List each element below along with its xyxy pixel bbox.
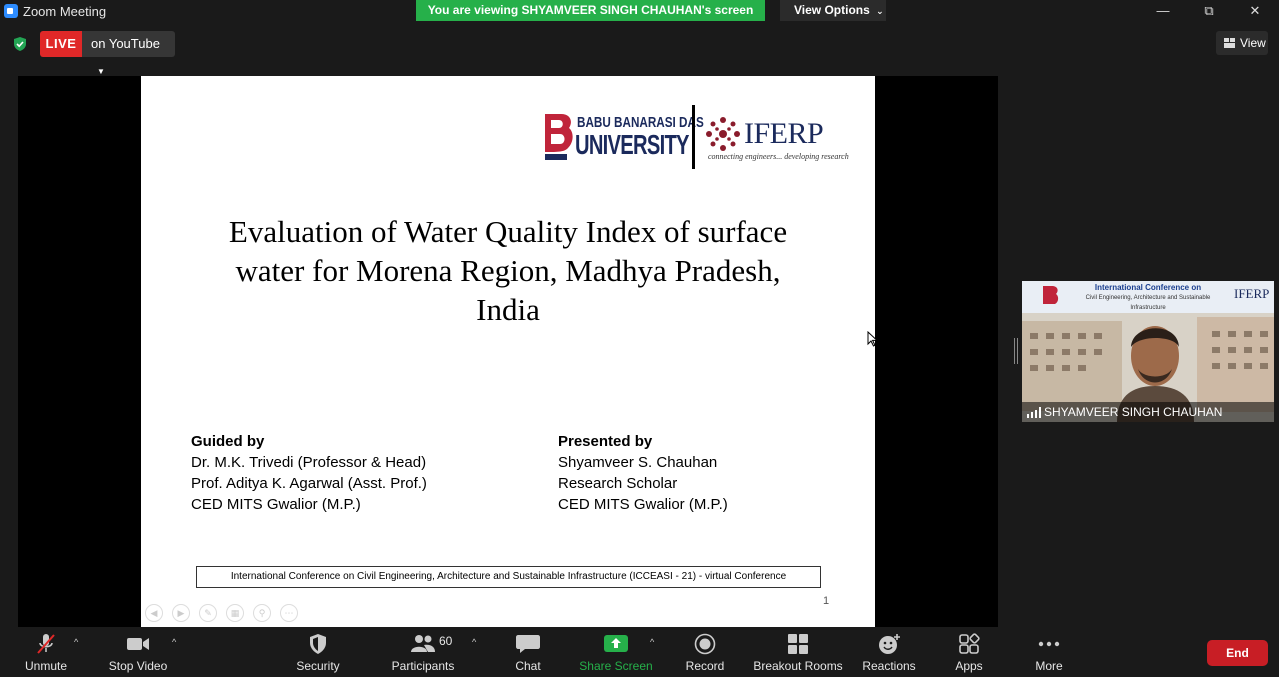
zoom-app-icon: [4, 4, 18, 18]
share-options-caret-icon[interactable]: ^: [650, 637, 654, 647]
slide-page-number: 1: [823, 595, 830, 607]
reactions-smiley-icon: [879, 634, 900, 654]
security-shield-icon: [310, 634, 326, 654]
presenter-line: CED MITS Gwalior (M.P.): [558, 496, 728, 513]
chat-label: Chat: [515, 659, 541, 673]
minimize-button[interactable]: —: [1153, 2, 1173, 20]
live-indicator[interactable]: LIVE: [40, 31, 82, 57]
conference-footer: International Conference on Civil Engine…: [196, 566, 821, 588]
share-screen-arrow-icon: [604, 635, 628, 652]
participant-name-label: SHYAMVEER SINGH CHAUHAN: [1022, 402, 1274, 422]
guided-by-heading: Guided by: [191, 433, 265, 450]
banner-title: International Conference on: [1094, 283, 1202, 292]
security-button[interactable]: Security: [290, 627, 346, 677]
split-view-drag-handle[interactable]: [1014, 338, 1018, 364]
presented-by-heading: Presented by: [558, 433, 653, 450]
presented-by-block: Presented by Shyamveer S. Chauhan Resear…: [558, 431, 728, 515]
apps-label: Apps: [955, 659, 983, 673]
iferp-logo-text: IFERP: [744, 117, 824, 150]
share-screen-button[interactable]: Share Screen: [578, 627, 654, 677]
more-dots-icon: [1038, 641, 1060, 647]
participants-count: 60: [439, 634, 453, 648]
view-options-button[interactable]: View Options ⌄: [780, 0, 886, 21]
signal-strength-icon: [1027, 407, 1041, 418]
pen-icon[interactable]: ✎: [199, 604, 217, 622]
view-label: View: [1240, 36, 1266, 50]
security-label: Security: [296, 659, 340, 673]
view-layout-button[interactable]: View: [1216, 31, 1268, 55]
virtual-background-title: International Conference on Civil Engine…: [1078, 283, 1218, 313]
unmute-button[interactable]: Unmute: [12, 627, 80, 677]
participants-button[interactable]: 60 Participants: [388, 627, 458, 677]
chat-bubble-icon: [516, 635, 540, 653]
zoom-icon[interactable]: ⚲: [253, 604, 271, 622]
stop-video-button[interactable]: Stop Video: [104, 627, 172, 677]
participants-icon: [411, 635, 435, 652]
live-platform-label: on YouTube: [91, 36, 160, 51]
participant-video-tile[interactable]: International Conference on Civil Engine…: [1022, 281, 1274, 422]
banner-subtitle: Civil Engineering, Architecture and Sust…: [1085, 295, 1211, 311]
share-screen-label: Share Screen: [579, 659, 653, 673]
stop-video-label: Stop Video: [108, 659, 168, 673]
caret-down-icon: ▼: [97, 67, 105, 76]
chat-button[interactable]: Chat: [506, 627, 550, 677]
banner-iferp-logo: IFERP: [1234, 286, 1270, 301]
previous-slide-icon[interactable]: ◀: [145, 604, 163, 622]
meeting-controls-toolbar: Unmute ^ Stop Video ^ Security 60 Partic…: [0, 627, 1279, 677]
bbd-university-logo-mark: [545, 114, 573, 160]
breakout-rooms-label: Breakout Rooms: [753, 659, 843, 673]
bbd-small-logo-icon: [1043, 286, 1059, 304]
presenter-line: Shyamveer S. Chauhan: [558, 454, 718, 471]
bbd-logo-text-bottom: UNIVERSITY: [575, 129, 690, 160]
iferp-logo-mark: [706, 117, 740, 151]
breakout-rooms-grid-icon: [788, 634, 808, 654]
grid-view-icon: [1224, 38, 1235, 48]
slides-grid-icon[interactable]: ▦: [226, 604, 244, 622]
guide-line: Dr. M.K. Trivedi (Professor & Head): [191, 454, 427, 471]
live-stream-dropdown[interactable]: on YouTube ▼: [82, 31, 175, 76]
presentation-slide: BABU BANARASI DAS UNIVERSITY IFERP conne…: [141, 76, 879, 627]
next-slide-icon[interactable]: ▶: [172, 604, 190, 622]
virtual-background-banner: International Conference on Civil Engine…: [1022, 281, 1274, 313]
logo-divider: [692, 105, 695, 169]
more-options-icon[interactable]: ⋯: [280, 604, 298, 622]
shared-screen-area: BABU BANARASI DAS UNIVERSITY IFERP conne…: [18, 76, 998, 627]
reactions-button[interactable]: Reactions: [860, 627, 918, 677]
apps-button[interactable]: Apps: [948, 627, 990, 677]
viewing-screen-banner: You are viewing SHYAMVEER SINGH CHAUHAN'…: [416, 0, 765, 21]
encryption-shield-icon[interactable]: [12, 36, 28, 52]
chevron-down-icon: ⌄: [876, 6, 884, 16]
iferp-logo-tagline: connecting engineers... developing resea…: [708, 152, 849, 161]
more-label: More: [1035, 659, 1063, 673]
audio-options-caret-icon[interactable]: ^: [74, 637, 78, 647]
view-options-label: View Options: [794, 3, 870, 17]
record-label: Record: [685, 659, 725, 673]
participants-options-caret-icon[interactable]: ^: [472, 637, 476, 647]
breakout-rooms-button[interactable]: Breakout Rooms: [752, 627, 844, 677]
reactions-label: Reactions: [862, 659, 916, 673]
more-button[interactable]: More: [1028, 627, 1070, 677]
slide-toolbar: ◀ ▶ ✎ ▦ ⚲ ⋯: [145, 604, 298, 622]
video-options-caret-icon[interactable]: ^: [172, 637, 176, 647]
close-button[interactable]: ✕: [1245, 2, 1265, 20]
record-button[interactable]: Record: [680, 627, 730, 677]
record-icon: [694, 633, 716, 655]
mouse-cursor-icon: [867, 331, 879, 347]
presenter-line: Research Scholar: [558, 475, 678, 492]
apps-icon: [959, 633, 980, 654]
guide-line: CED MITS Gwalior (M.P.): [191, 496, 361, 513]
guide-line: Prof. Aditya K. Agarwal (Asst. Prof.): [191, 475, 427, 492]
maximize-button[interactable]: ⧉: [1199, 2, 1219, 20]
window-title: Zoom Meeting: [23, 4, 107, 19]
unmute-label: Unmute: [24, 659, 68, 673]
guided-by-block: Guided by Dr. M.K. Trivedi (Professor & …: [191, 431, 427, 515]
muted-microphone-icon: [37, 634, 55, 654]
slide-title: Evaluation of Water Quality Index of sur…: [228, 214, 788, 327]
video-camera-icon: [127, 638, 149, 650]
participants-label: Participants: [391, 659, 455, 673]
end-meeting-button[interactable]: End: [1207, 640, 1268, 666]
